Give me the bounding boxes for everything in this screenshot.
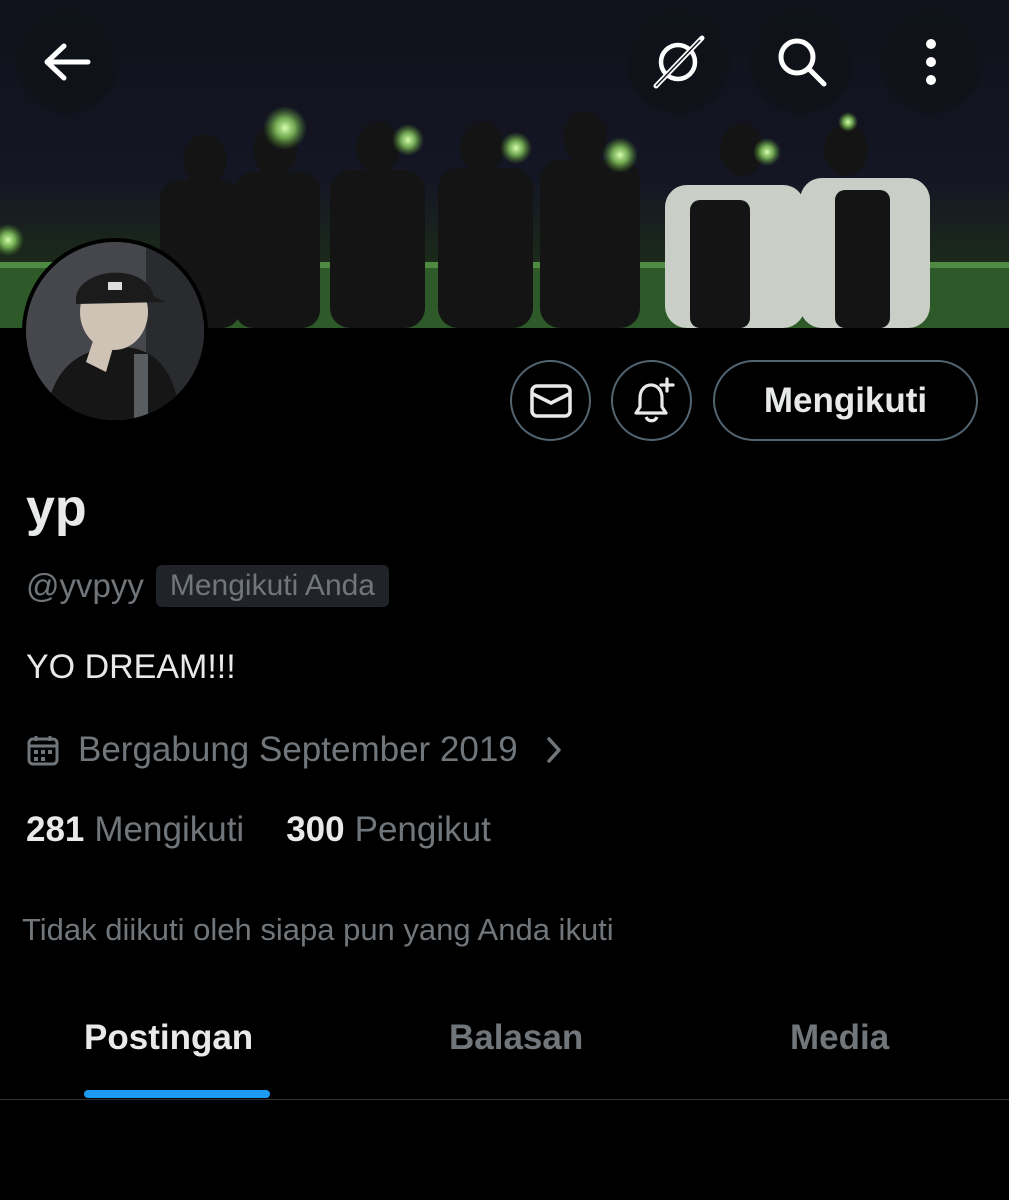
tab-divider — [0, 1099, 1009, 1100]
avatar-image — [26, 242, 204, 420]
following-button[interactable]: Mengikuti — [713, 360, 978, 441]
handle: @yvpyy — [26, 567, 144, 604]
grok-icon — [653, 35, 705, 89]
bio: YO DREAM!!! — [26, 648, 236, 686]
follow-stats: 281 Mengikuti 300 Pengikut — [26, 810, 491, 850]
joined-date: Bergabung September 2019 — [78, 730, 518, 769]
following-label: Mengikuti — [94, 810, 245, 849]
arrow-left-icon — [44, 43, 91, 81]
search-button[interactable] — [750, 10, 854, 114]
handle-row: @yvpyy Mengikuti Anda — [26, 565, 389, 607]
display-name: yp — [26, 479, 87, 537]
calendar-icon — [27, 736, 59, 766]
notify-button[interactable] — [611, 360, 692, 441]
bell-plus-icon — [633, 376, 675, 422]
chevron-right-icon — [547, 737, 561, 763]
message-button[interactable] — [510, 360, 591, 441]
more-button[interactable] — [879, 10, 983, 114]
tab-postingan[interactable]: Postingan — [84, 1018, 253, 1058]
envelope-icon — [529, 383, 572, 418]
tab-media[interactable]: Media — [790, 1018, 889, 1058]
avatar[interactable] — [22, 238, 208, 424]
followers-stat[interactable]: 300 Pengikut — [286, 810, 491, 850]
following-stat[interactable]: 281 Mengikuti — [26, 810, 244, 850]
follows-you-badge: Mengikuti Anda — [155, 565, 389, 607]
grok-button[interactable] — [626, 10, 730, 114]
followers-label: Pengikut — [354, 810, 491, 849]
joined-date-row[interactable]: Bergabung September 2019 — [26, 730, 564, 770]
active-tab-indicator — [84, 1090, 270, 1098]
mutual-followers-text: Tidak diikuti oleh siapa pun yang Anda i… — [22, 912, 614, 947]
search-icon — [778, 38, 827, 87]
tab-balasan[interactable]: Balasan — [449, 1018, 583, 1058]
back-button[interactable] — [15, 10, 119, 114]
followers-count: 300 — [286, 810, 345, 849]
more-vertical-icon — [926, 39, 936, 85]
following-count: 281 — [26, 810, 85, 849]
